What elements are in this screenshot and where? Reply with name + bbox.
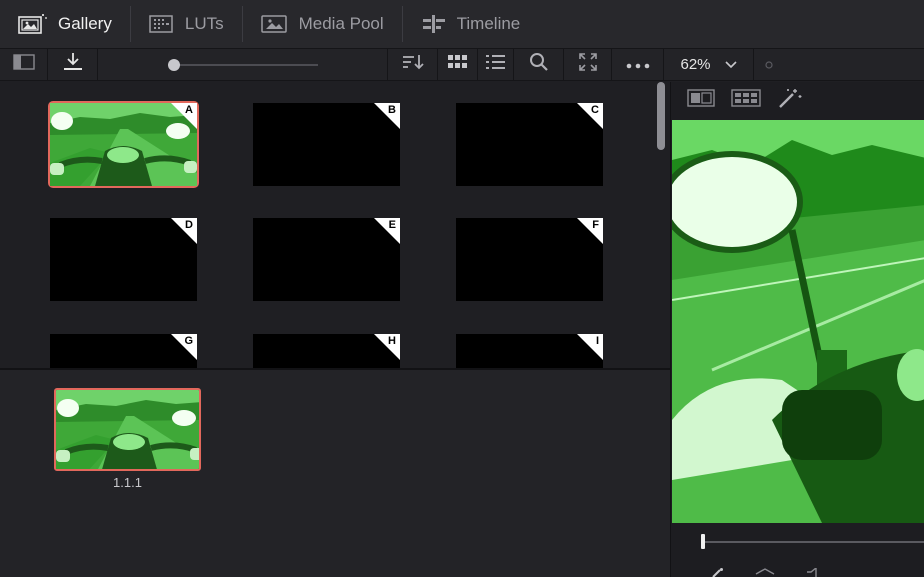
still-thumbnail-image [56,390,199,469]
grid-overlay-button[interactable] [731,88,761,112]
gallery-still-c[interactable]: C [456,103,603,186]
still-label: I [595,335,599,347]
zoom-select[interactable]: 62% [664,49,754,80]
download-tray-icon [62,52,84,77]
split-screen-button[interactable] [687,88,715,112]
gallery-stills-grid: A B C D E F G H I [0,82,670,368]
chevron-down-icon [724,56,737,74]
more-options-icon [626,56,650,74]
split-screen-icon [687,88,715,112]
still-corner-tab [171,103,197,129]
grid-view-button[interactable] [438,49,478,80]
tab-timeline[interactable]: Timeline [403,0,539,48]
still-corner-tab [374,334,400,360]
gallery-still-d[interactable]: D [50,218,197,301]
album-still[interactable] [54,388,201,471]
sidebar-panel-icon [12,54,35,75]
still-corner-tab [577,103,603,129]
speaker-icon[interactable] [805,565,825,577]
still-corner-tab [374,218,400,244]
list-view-button[interactable] [478,49,514,80]
grab-still-button[interactable] [48,49,98,80]
gallery-still-h[interactable]: H [253,334,400,368]
viewer-panel [670,82,924,577]
gallery-icon [18,13,48,35]
grid-overlay-icon [731,88,761,112]
gallery-still-b[interactable]: B [253,103,400,186]
still-corner-tab [374,103,400,129]
playhead[interactable] [701,534,705,549]
tab-gallery-label: Gallery [58,14,112,33]
expand-icon [578,53,597,76]
still-label: H [388,335,396,347]
slider-handle[interactable] [167,58,180,71]
still-label: F [592,219,599,231]
timeline-icon [421,14,447,34]
still-label: G [184,335,193,347]
still-corner-tab [171,218,197,244]
sort-button[interactable] [388,49,438,80]
album-panel: 1.1.1 [0,370,670,577]
gallery-still-e[interactable]: E [253,218,400,301]
tab-media-pool-label: Media Pool [298,14,384,33]
tab-luts-label: LUTs [184,14,224,33]
magic-wand-button[interactable] [777,87,803,114]
tab-luts[interactable]: LUTs [131,0,242,48]
eyedropper-icon[interactable] [711,565,725,577]
gallery-still-g[interactable]: G [50,334,197,368]
still-corner-tab [577,218,603,244]
still-corner-tab [577,334,603,360]
list-icon [485,54,506,75]
tab-timeline-label: Timeline [456,14,521,33]
viewer-tools [671,82,924,118]
viewer-image[interactable] [672,120,924,523]
gallery-still-f[interactable]: F [456,218,603,301]
thumbnail-size-slider[interactable] [167,58,318,71]
top-nav: Gallery LUTs Media Pool Timeline [0,0,924,48]
gallery-toolbar: 62% [0,48,924,81]
dot-icon [765,56,773,74]
tab-media-pool[interactable]: Media Pool [243,0,402,48]
viewer-scrubber[interactable] [701,534,924,549]
media-pool-icon [260,14,289,34]
zoom-level: 62% [680,56,711,73]
still-label: E [388,219,396,231]
tab-gallery[interactable]: Gallery [0,0,130,48]
gallery-still-a[interactable]: A [48,101,199,188]
sort-icon [401,53,425,76]
thumbnail-size-control [98,49,388,80]
still-label: B [388,104,396,116]
luts-icon [149,14,175,34]
expand-button[interactable] [564,49,612,80]
still-label: D [185,219,193,231]
layers-icon[interactable] [755,565,775,577]
more-options-button[interactable] [612,49,664,80]
search-button[interactable] [514,49,564,80]
search-icon [529,52,549,77]
sidebar-toggle-button[interactable] [0,49,48,80]
still-label: C [591,104,599,116]
still-label: A [185,104,193,116]
gallery-scrollbar[interactable] [657,82,665,150]
magic-wand-icon [777,87,803,114]
gallery-still-i[interactable]: I [456,334,603,368]
viewer-option-button[interactable] [754,49,784,80]
grid-icon [447,55,468,74]
viewer-bottom-tools [711,565,825,577]
album-still-label: 1.1.1 [113,475,142,490]
